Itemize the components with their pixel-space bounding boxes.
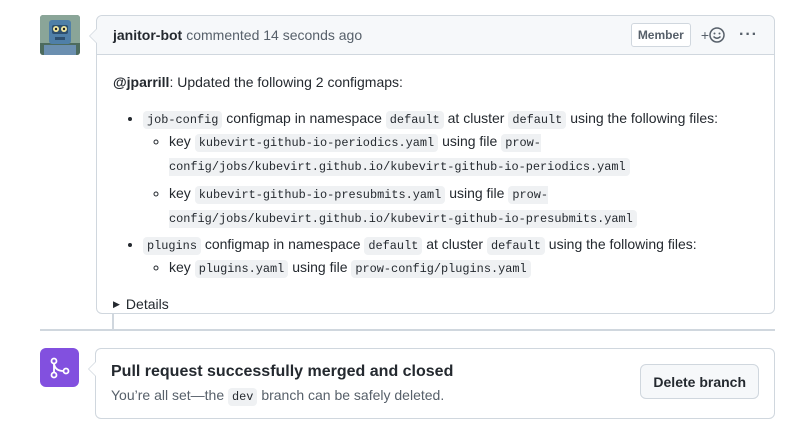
comment-intro: @jparrill: Updated the following 2 confi… bbox=[113, 74, 403, 90]
delete-branch-button[interactable]: Delete branch bbox=[640, 364, 759, 399]
list-item: key plugins.yaml using file prow-config/… bbox=[169, 256, 758, 280]
avatar[interactable] bbox=[40, 15, 80, 55]
plus-label: + bbox=[700, 27, 710, 43]
add-reaction-button[interactable]: + bbox=[701, 27, 725, 43]
list-item: key kubevirt-github-io-periodics.yaml us… bbox=[169, 130, 758, 178]
branch-name: dev bbox=[228, 388, 258, 406]
list-item: job-config configmap in namespace defaul… bbox=[143, 108, 758, 230]
comment-timestamp[interactable]: 14 seconds ago bbox=[263, 27, 362, 43]
file-list: key kubevirt-github-io-periodics.yaml us… bbox=[143, 130, 758, 230]
comment-action: commented bbox=[186, 27, 260, 43]
details-label: Details bbox=[125, 296, 169, 312]
timeline-divider bbox=[40, 329, 775, 331]
member-badge: Member bbox=[630, 23, 691, 47]
comment-box: janitor-bot commented 14 seconds ago Mem… bbox=[89, 15, 775, 314]
list-item: key kubevirt-github-io-presubmits.yaml u… bbox=[169, 182, 758, 230]
git-merge-icon bbox=[40, 348, 79, 387]
smiley-icon bbox=[709, 27, 725, 43]
comment-header: janitor-bot commented 14 seconds ago Mem… bbox=[97, 16, 774, 55]
comment-body: @jparrill: Updated the following 2 confi… bbox=[97, 55, 774, 314]
timeline-connector bbox=[112, 314, 114, 330]
merge-status-box: Pull request successfully merged and clo… bbox=[88, 348, 775, 419]
configmap-list: job-config configmap in namespace defaul… bbox=[113, 108, 758, 280]
user-mention[interactable]: @jparrill bbox=[113, 74, 169, 90]
author-link[interactable]: janitor-bot bbox=[113, 27, 182, 43]
kebab-icon[interactable]: ··· bbox=[739, 26, 758, 44]
list-item: plugins configmap in namespace default a… bbox=[143, 234, 758, 280]
robot-avatar-icon bbox=[40, 15, 80, 55]
merge-subtitle: You’re all set—the dev branch can be saf… bbox=[111, 387, 445, 406]
merge-title: Pull request successfully merged and clo… bbox=[111, 363, 454, 380]
file-list: key plugins.yaml using file prow-config/… bbox=[143, 256, 758, 280]
details-toggle[interactable]: ▶ Details bbox=[113, 294, 758, 314]
triangle-right-icon: ▶ bbox=[113, 299, 120, 309]
